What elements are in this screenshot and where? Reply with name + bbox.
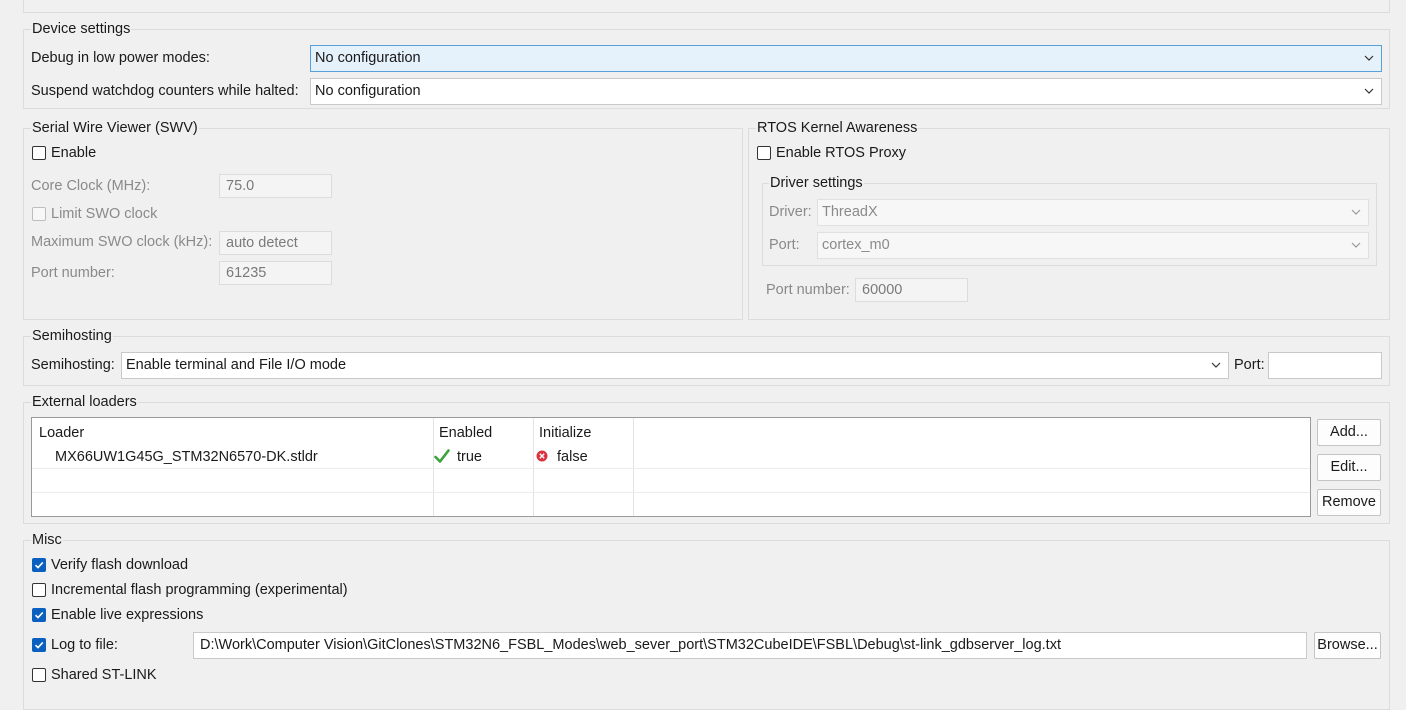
incremental-flash-label: Incremental flash programming (experimen… bbox=[51, 582, 348, 598]
column-header-loader[interactable]: Loader bbox=[39, 425, 84, 441]
semihosting-mode-select[interactable]: Enable terminal and File I/O mode bbox=[121, 352, 1229, 379]
shared-stlink-label: Shared ST-LINK bbox=[51, 667, 157, 683]
debug-low-power-select[interactable]: No configuration bbox=[310, 45, 1382, 72]
core-clock-label: Core Clock (MHz): bbox=[31, 178, 151, 194]
browse-button[interactable]: Browse... bbox=[1314, 632, 1381, 659]
row-divider bbox=[32, 468, 1310, 469]
swv-title: Serial Wire Viewer (SWV) bbox=[31, 120, 199, 136]
limit-swo-checkbox[interactable] bbox=[32, 207, 46, 221]
swv-port-field[interactable]: 61235 bbox=[219, 261, 332, 285]
chevron-down-icon bbox=[1211, 362, 1221, 368]
checkmark-icon bbox=[34, 641, 44, 649]
rtos-title: RTOS Kernel Awareness bbox=[756, 120, 919, 136]
max-swo-label: Maximum SWO clock (kHz): bbox=[31, 234, 213, 250]
initialize-cell: false bbox=[557, 449, 588, 465]
table-row[interactable]: MX66UW1G45G_STM32N6570-DK.stldr true fal… bbox=[32, 445, 1310, 468]
enabled-cell: true bbox=[457, 449, 482, 465]
incremental-flash-checkbox[interactable] bbox=[32, 583, 46, 597]
log-to-file-checkbox[interactable] bbox=[32, 638, 46, 652]
chevron-down-icon bbox=[1351, 242, 1361, 248]
misc-title: Misc bbox=[31, 532, 63, 548]
chevron-down-icon bbox=[1364, 55, 1374, 61]
live-expressions-checkbox[interactable] bbox=[32, 608, 46, 622]
chevron-down-icon bbox=[1351, 209, 1361, 215]
driver-settings-title: Driver settings bbox=[769, 175, 864, 191]
semihosting-title: Semihosting bbox=[31, 328, 113, 344]
swv-enable-checkbox[interactable] bbox=[32, 146, 46, 160]
checkmark-icon bbox=[34, 561, 44, 569]
checkmark-icon bbox=[34, 611, 44, 619]
debug-low-power-value: No configuration bbox=[315, 50, 421, 66]
core-clock-field[interactable]: 75.0 bbox=[219, 174, 332, 198]
max-swo-field[interactable]: auto detect bbox=[219, 231, 332, 255]
error-icon bbox=[536, 450, 548, 462]
external-loaders-title: External loaders bbox=[31, 394, 138, 410]
swv-group bbox=[23, 128, 743, 320]
swv-port-label: Port number: bbox=[31, 265, 115, 281]
suspend-watchdog-label: Suspend watchdog counters while halted: bbox=[31, 83, 299, 99]
suspend-watchdog-value: No configuration bbox=[315, 83, 421, 99]
verify-flash-checkbox[interactable] bbox=[32, 558, 46, 572]
rtos-port-select[interactable]: cortex_m0 bbox=[817, 232, 1369, 259]
loader-name-cell: MX66UW1G45G_STM32N6570-DK.stldr bbox=[55, 449, 318, 465]
misc-group bbox=[23, 540, 1390, 710]
semihosting-port-label: Port: bbox=[1234, 357, 1265, 373]
previous-group-edge bbox=[23, 0, 1390, 13]
limit-swo-label: Limit SWO clock bbox=[51, 206, 158, 222]
log-to-file-label: Log to file: bbox=[51, 637, 118, 653]
device-settings-title: Device settings bbox=[31, 21, 132, 37]
verify-flash-label: Verify flash download bbox=[51, 557, 189, 573]
semihosting-mode-value: Enable terminal and File I/O mode bbox=[126, 357, 347, 373]
rtos-enable-checkbox[interactable] bbox=[757, 146, 771, 160]
swv-enable-label: Enable bbox=[51, 145, 97, 161]
semihosting-port-input[interactable] bbox=[1268, 352, 1382, 379]
suspend-watchdog-select[interactable]: No configuration bbox=[310, 78, 1382, 105]
column-header-initialize[interactable]: Initialize bbox=[539, 425, 591, 441]
remove-loader-button[interactable]: Remove bbox=[1317, 489, 1381, 516]
rtos-port-number-field[interactable]: 60000 bbox=[855, 278, 968, 302]
rtos-port-value: cortex_m0 bbox=[822, 237, 890, 253]
rtos-port-number-label: Port number: bbox=[766, 282, 850, 298]
rtos-port-label: Port: bbox=[769, 237, 800, 253]
semihosting-mode-label: Semihosting: bbox=[31, 357, 115, 373]
driver-label: Driver: bbox=[769, 204, 812, 220]
column-header-enabled[interactable]: Enabled bbox=[439, 425, 492, 441]
chevron-down-icon bbox=[1364, 88, 1374, 94]
log-path-input[interactable]: D:\Work\Computer Vision\GitClones\STM32N… bbox=[193, 632, 1307, 659]
edit-loader-button[interactable]: Edit... bbox=[1317, 454, 1381, 481]
loaders-table: Loader Enabled Initialize MX66UW1G45G_ST… bbox=[31, 417, 1311, 517]
debug-low-power-label: Debug in low power modes: bbox=[31, 50, 210, 66]
add-loader-button[interactable]: Add... bbox=[1317, 419, 1381, 446]
row-divider bbox=[32, 492, 1310, 493]
checkmark-icon bbox=[434, 449, 450, 463]
rtos-enable-label: Enable RTOS Proxy bbox=[776, 145, 907, 161]
live-expressions-label: Enable live expressions bbox=[51, 607, 204, 623]
driver-value: ThreadX bbox=[822, 204, 878, 220]
shared-stlink-checkbox[interactable] bbox=[32, 668, 46, 682]
driver-select[interactable]: ThreadX bbox=[817, 199, 1369, 226]
